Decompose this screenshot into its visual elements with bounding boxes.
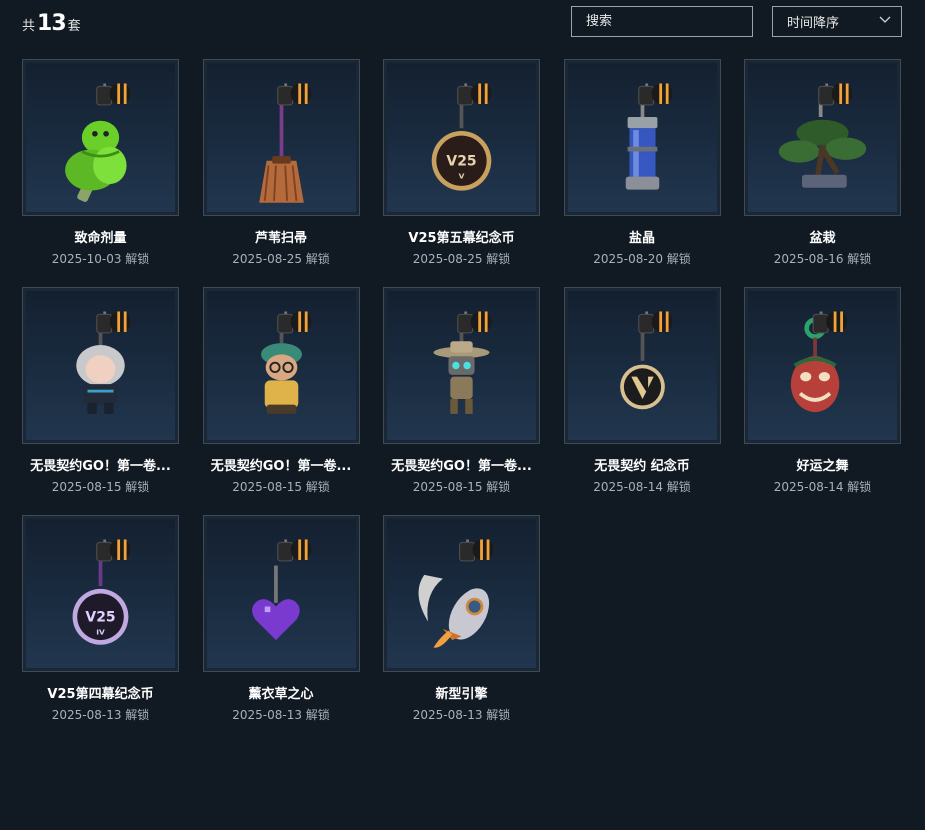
item-thumbnail[interactable] — [744, 59, 901, 216]
header: 共 13 套 时间降序 — [22, 6, 902, 40]
svg-text:IV: IV — [96, 627, 105, 636]
item-thumbnail-inner — [26, 291, 175, 440]
valorant-coin-icon — [619, 311, 672, 410]
item-thumbnail[interactable]: V25 V — [383, 59, 540, 216]
item-card[interactable]: 致命剂量 2025-10-03 解锁 — [22, 59, 179, 266]
sort-label: 时间降序 — [787, 16, 840, 31]
item-thumbnail[interactable] — [563, 287, 721, 444]
count-suffix: 套 — [67, 19, 81, 34]
item-thumbnail-inner — [567, 63, 717, 212]
v25-act4-coin-icon: V25 IV — [72, 539, 131, 645]
item-name: 无畏契约GO！第一卷... — [210, 459, 352, 474]
item-name: 盆栽 — [809, 231, 836, 246]
item-unlock-date: 2025-08-20 解锁 — [593, 252, 691, 266]
item-unlock-date: 2025-08-13 解锁 — [51, 708, 150, 722]
item-thumbnail[interactable]: V25 IV — [22, 515, 179, 672]
item-thumbnail[interactable] — [744, 287, 901, 444]
svg-text:V25: V25 — [446, 153, 476, 169]
item-card[interactable]: 无畏契约GO！第一卷... 2025-08-15 解锁 — [383, 287, 540, 494]
item-name: 无畏契约GO！第一卷... — [391, 459, 532, 474]
broom-icon — [258, 83, 311, 203]
rocket-engine-icon — [418, 539, 494, 648]
item-card[interactable]: 无畏契约 纪念币 2025-08-14 解锁 — [563, 287, 721, 494]
item-card[interactable]: 薰衣草之心 2025-08-13 解锁 — [202, 515, 360, 722]
item-unlock-date: 2025-10-03 解锁 — [51, 252, 150, 266]
item-name: V25第五幕纪念币 — [408, 231, 515, 246]
item-unlock-date: 2025-08-15 解锁 — [412, 480, 511, 494]
agent-chibi-beanie-icon — [260, 311, 311, 414]
item-thumbnail-inner: V25 V — [387, 63, 536, 212]
item-name: 新型引擎 — [435, 687, 488, 702]
v25-act5-coin-icon: V25 V — [431, 83, 492, 191]
item-thumbnail-inner — [567, 291, 717, 440]
agent-chibi-white-hair-icon — [76, 311, 131, 414]
count-value: 13 — [37, 11, 67, 36]
item-card[interactable]: V25 V V25第五幕纪念币 2025-08-25 解锁 — [383, 59, 540, 266]
item-name: 好运之舞 — [796, 459, 849, 474]
item-thumbnail-inner — [748, 291, 897, 440]
item-unlock-date: 2025-08-15 解锁 — [51, 480, 150, 494]
item-card[interactable]: V25 IV V25第四幕纪念币 2025-08-13 解锁 — [22, 515, 179, 722]
item-unlock-date: 2025-08-13 解锁 — [412, 708, 511, 722]
agent-chibi-robot-hat-icon — [433, 311, 492, 414]
item-thumbnail-inner — [206, 519, 356, 668]
item-thumbnail[interactable] — [202, 515, 360, 672]
item-name: 无畏契约GO！第一卷... — [30, 459, 171, 474]
salt-crystal-tube-icon — [625, 83, 672, 190]
item-thumbnail[interactable] — [22, 59, 179, 216]
svg-text:V: V — [459, 171, 465, 180]
item-name: 无畏契约 纪念币 — [594, 459, 690, 474]
page: 共 13 套 时间降序 — [0, 0, 925, 830]
item-thumbnail[interactable] — [563, 59, 721, 216]
item-unlock-date: 2025-08-15 解锁 — [232, 480, 330, 494]
item-thumbnail-inner — [206, 291, 356, 440]
item-thumbnail-inner — [206, 63, 356, 212]
item-card[interactable]: 盆栽 2025-08-16 解锁 — [744, 59, 901, 266]
item-thumbnail[interactable] — [22, 287, 179, 444]
item-card[interactable]: 新型引擎 2025-08-13 解锁 — [383, 515, 540, 722]
item-unlock-date: 2025-08-25 解锁 — [412, 252, 511, 266]
item-name: 致命剂量 — [74, 231, 127, 246]
item-thumbnail-inner — [387, 291, 536, 440]
item-card[interactable]: 盐晶 2025-08-20 解锁 — [563, 59, 721, 266]
item-card[interactable]: 芦苇扫帚 2025-08-25 解锁 — [202, 59, 360, 266]
item-thumbnail[interactable] — [202, 287, 360, 444]
item-name: 薰衣草之心 — [248, 687, 314, 702]
lavender-heart-icon — [251, 539, 311, 641]
search-input[interactable] — [571, 6, 753, 37]
item-thumbnail[interactable] — [383, 287, 540, 444]
item-unlock-date: 2025-08-25 解锁 — [232, 252, 330, 266]
count-prefix: 共 — [22, 19, 36, 34]
item-unlock-date: 2025-08-13 解锁 — [232, 708, 330, 722]
item-card[interactable]: 无畏契约GO！第一卷... 2025-08-15 解锁 — [202, 287, 360, 494]
item-name: 芦苇扫帚 — [254, 231, 307, 246]
collection-count: 共 13 套 — [22, 11, 81, 36]
item-thumbnail-inner — [26, 63, 175, 212]
item-card[interactable]: 好运之舞 2025-08-14 解锁 — [744, 287, 901, 494]
item-thumbnail-inner: V25 IV — [26, 519, 175, 668]
item-unlock-date: 2025-08-16 解锁 — [773, 252, 872, 266]
item-thumbnail[interactable] — [383, 515, 540, 672]
bonsai-icon — [778, 83, 867, 188]
sort-dropdown[interactable]: 时间降序 — [772, 6, 902, 37]
green-snake-vial-icon — [65, 83, 131, 202]
item-thumbnail-inner — [748, 63, 897, 212]
item-name: 盐晶 — [628, 231, 655, 246]
item-unlock-date: 2025-08-14 解锁 — [593, 480, 691, 494]
item-thumbnail-inner — [387, 519, 536, 668]
chevron-down-icon — [879, 16, 891, 23]
lion-dance-mask-icon — [790, 311, 847, 413]
item-thumbnail[interactable] — [202, 59, 360, 216]
item-unlock-date: 2025-08-14 解锁 — [773, 480, 872, 494]
svg-text:V25: V25 — [85, 609, 115, 625]
item-card[interactable]: 无畏契约GO！第一卷... 2025-08-15 解锁 — [22, 287, 179, 494]
item-name: V25第四幕纪念币 — [47, 687, 154, 702]
